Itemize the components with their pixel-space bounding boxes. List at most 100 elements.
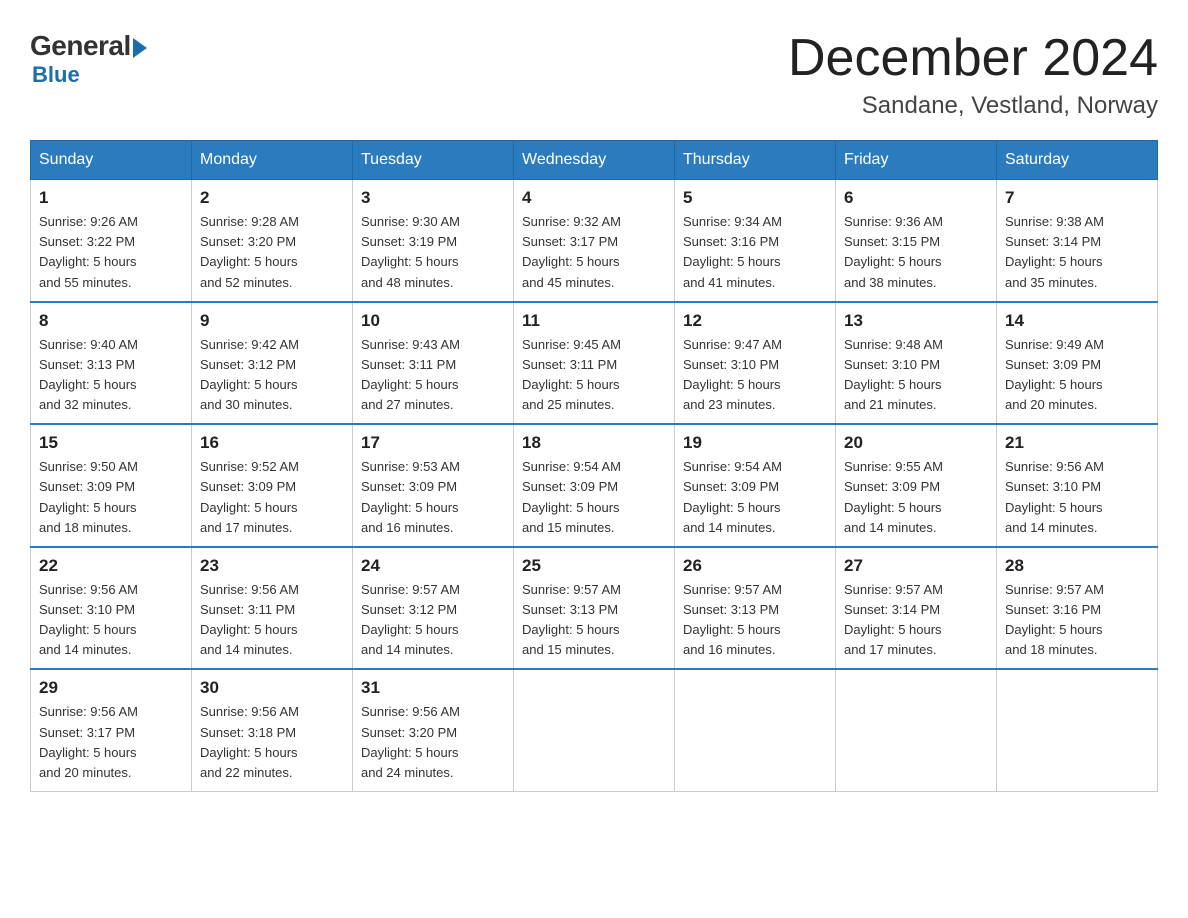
- day-info: Sunrise: 9:56 AMSunset: 3:10 PMDaylight:…: [39, 580, 183, 661]
- header-cell-tuesday: Tuesday: [353, 141, 514, 180]
- calendar-cell: 16 Sunrise: 9:52 AMSunset: 3:09 PMDayligh…: [192, 424, 353, 547]
- day-number: 25: [522, 556, 666, 576]
- week-row-4: 22Sunrise: 9:56 AMSunset: 3:10 PMDayligh…: [31, 547, 1158, 670]
- day-info: Sunrise: 9:55 AMSunset: 3:09 PMDaylight:…: [844, 457, 988, 538]
- day-info: Sunrise: 9:57 AMSunset: 3:13 PMDaylight:…: [522, 580, 666, 661]
- day-number: 14: [1005, 311, 1149, 331]
- day-number: 27: [844, 556, 988, 576]
- day-info: Sunrise: 9:57 AMSunset: 3:13 PMDaylight:…: [683, 580, 827, 661]
- header-cell-friday: Friday: [836, 141, 997, 180]
- calendar-cell: 19Sunrise: 9:54 AMSunset: 3:09 PMDayligh…: [675, 424, 836, 547]
- calendar-cell: 8Sunrise: 9:40 AMSunset: 3:13 PMDaylight…: [31, 302, 192, 425]
- header-cell-sunday: Sunday: [31, 141, 192, 180]
- calendar-cell: 6 Sunrise: 9:36 AMSunset: 3:15 PMDaylight…: [836, 180, 997, 302]
- calendar-cell: 31 Sunrise: 9:56 AMSunset: 3:20 PMDayligh…: [353, 669, 514, 791]
- day-info: Sunrise: 9:53 AMSunset: 3:09 PMDaylight:…: [361, 457, 505, 538]
- calendar-cell: 9Sunrise: 9:42 AMSunset: 3:12 PMDaylight…: [192, 302, 353, 425]
- day-number: 30: [200, 678, 344, 698]
- calendar-cell: 11 Sunrise: 9:45 AMSunset: 3:11 PMDayligh…: [514, 302, 675, 425]
- month-title: December 2024: [788, 30, 1158, 87]
- day-info: Sunrise: 9:43 AMSunset: 3:11 PMDaylight:…: [361, 335, 505, 416]
- calendar-cell: 12Sunrise: 9:47 AMSunset: 3:10 PMDayligh…: [675, 302, 836, 425]
- day-number: 15: [39, 433, 183, 453]
- day-number: 20: [844, 433, 988, 453]
- day-number: 6: [844, 188, 988, 208]
- day-info: Sunrise: 9:30 AMSunset: 3:19 PMDaylight:…: [361, 212, 505, 293]
- day-info: Sunrise: 9:47 AMSunset: 3:10 PMDaylight:…: [683, 335, 827, 416]
- calendar-body: 1Sunrise: 9:26 AMSunset: 3:22 PMDaylight…: [31, 180, 1158, 792]
- week-row-3: 15 Sunrise: 9:50 AMSunset: 3:09 PMDayligh…: [31, 424, 1158, 547]
- day-number: 7: [1005, 188, 1149, 208]
- logo-general-text: General: [30, 30, 131, 62]
- day-info: Sunrise: 9:36 AMSunset: 3:15 PMDaylight:…: [844, 212, 988, 293]
- calendar-cell: 4 Sunrise: 9:32 AMSunset: 3:17 PMDaylight…: [514, 180, 675, 302]
- day-number: 17: [361, 433, 505, 453]
- logo-blue-row: Blue: [30, 62, 80, 88]
- calendar-cell: 21Sunrise: 9:56 AMSunset: 3:10 PMDayligh…: [997, 424, 1158, 547]
- day-info: Sunrise: 9:56 AMSunset: 3:11 PMDaylight:…: [200, 580, 344, 661]
- day-number: 8: [39, 311, 183, 331]
- day-number: 9: [200, 311, 344, 331]
- header-cell-wednesday: Wednesday: [514, 141, 675, 180]
- day-number: 21: [1005, 433, 1149, 453]
- calendar-cell: 1Sunrise: 9:26 AMSunset: 3:22 PMDaylight…: [31, 180, 192, 302]
- day-number: 31: [361, 678, 505, 698]
- day-info: Sunrise: 9:56 AMSunset: 3:17 PMDaylight:…: [39, 702, 183, 783]
- calendar-cell: 28Sunrise: 9:57 AMSunset: 3:16 PMDayligh…: [997, 547, 1158, 670]
- day-number: 10: [361, 311, 505, 331]
- calendar-cell: 24Sunrise: 9:57 AMSunset: 3:12 PMDayligh…: [353, 547, 514, 670]
- calendar-cell: 29Sunrise: 9:56 AMSunset: 3:17 PMDayligh…: [31, 669, 192, 791]
- day-number: 11: [522, 311, 666, 331]
- calendar-cell: 3 Sunrise: 9:30 AMSunset: 3:19 PMDaylight…: [353, 180, 514, 302]
- calendar-cell: 22Sunrise: 9:56 AMSunset: 3:10 PMDayligh…: [31, 547, 192, 670]
- location-subtitle: Sandane, Vestland, Norway: [788, 92, 1158, 120]
- day-info: Sunrise: 9:32 AMSunset: 3:17 PMDaylight:…: [522, 212, 666, 293]
- day-info: Sunrise: 9:56 AMSunset: 3:20 PMDaylight:…: [361, 702, 505, 783]
- calendar-cell: 5Sunrise: 9:34 AMSunset: 3:16 PMDaylight…: [675, 180, 836, 302]
- calendar-cell: [836, 669, 997, 791]
- day-info: Sunrise: 9:28 AMSunset: 3:20 PMDaylight:…: [200, 212, 344, 293]
- day-number: 19: [683, 433, 827, 453]
- calendar-header: SundayMondayTuesdayWednesdayThursdayFrid…: [31, 141, 1158, 180]
- day-number: 4: [522, 188, 666, 208]
- calendar-cell: 23Sunrise: 9:56 AMSunset: 3:11 PMDayligh…: [192, 547, 353, 670]
- calendar-cell: 20 Sunrise: 9:55 AMSunset: 3:09 PMDayligh…: [836, 424, 997, 547]
- day-info: Sunrise: 9:57 AMSunset: 3:14 PMDaylight:…: [844, 580, 988, 661]
- day-number: 26: [683, 556, 827, 576]
- day-number: 3: [361, 188, 505, 208]
- page-header: General Blue December 2024 Sandane, Vest…: [30, 30, 1158, 120]
- calendar-cell: 14Sunrise: 9:49 AMSunset: 3:09 PMDayligh…: [997, 302, 1158, 425]
- header-cell-monday: Monday: [192, 141, 353, 180]
- header-row: SundayMondayTuesdayWednesdayThursdayFrid…: [31, 141, 1158, 180]
- calendar-cell: 26 Sunrise: 9:57 AMSunset: 3:13 PMDayligh…: [675, 547, 836, 670]
- calendar-cell: 27 Sunrise: 9:57 AMSunset: 3:14 PMDayligh…: [836, 547, 997, 670]
- calendar-table: SundayMondayTuesdayWednesdayThursdayFrid…: [30, 140, 1158, 792]
- day-info: Sunrise: 9:34 AMSunset: 3:16 PMDaylight:…: [683, 212, 827, 293]
- day-info: Sunrise: 9:52 AMSunset: 3:09 PMDaylight:…: [200, 457, 344, 538]
- calendar-cell: 7Sunrise: 9:38 AMSunset: 3:14 PMDaylight…: [997, 180, 1158, 302]
- calendar-cell: [997, 669, 1158, 791]
- day-info: Sunrise: 9:50 AMSunset: 3:09 PMDaylight:…: [39, 457, 183, 538]
- calendar-cell: 17 Sunrise: 9:53 AMSunset: 3:09 PMDayligh…: [353, 424, 514, 547]
- logo: General Blue: [30, 30, 147, 88]
- calendar-cell: [675, 669, 836, 791]
- week-row-2: 8Sunrise: 9:40 AMSunset: 3:13 PMDaylight…: [31, 302, 1158, 425]
- calendar-cell: 13Sunrise: 9:48 AMSunset: 3:10 PMDayligh…: [836, 302, 997, 425]
- day-info: Sunrise: 9:57 AMSunset: 3:12 PMDaylight:…: [361, 580, 505, 661]
- calendar-cell: 10 Sunrise: 9:43 AMSunset: 3:11 PMDayligh…: [353, 302, 514, 425]
- day-number: 1: [39, 188, 183, 208]
- header-cell-saturday: Saturday: [997, 141, 1158, 180]
- day-info: Sunrise: 9:56 AMSunset: 3:18 PMDaylight:…: [200, 702, 344, 783]
- day-number: 2: [200, 188, 344, 208]
- calendar-cell: 30 Sunrise: 9:56 AMSunset: 3:18 PMDayligh…: [192, 669, 353, 791]
- title-section: December 2024 Sandane, Vestland, Norway: [788, 30, 1158, 120]
- day-info: Sunrise: 9:45 AMSunset: 3:11 PMDaylight:…: [522, 335, 666, 416]
- day-number: 16: [200, 433, 344, 453]
- day-info: Sunrise: 9:57 AMSunset: 3:16 PMDaylight:…: [1005, 580, 1149, 661]
- logo-full: General: [30, 30, 147, 62]
- calendar-cell: 25 Sunrise: 9:57 AMSunset: 3:13 PMDayligh…: [514, 547, 675, 670]
- day-info: Sunrise: 9:48 AMSunset: 3:10 PMDaylight:…: [844, 335, 988, 416]
- week-row-5: 29Sunrise: 9:56 AMSunset: 3:17 PMDayligh…: [31, 669, 1158, 791]
- calendar-cell: 15 Sunrise: 9:50 AMSunset: 3:09 PMDayligh…: [31, 424, 192, 547]
- week-row-1: 1Sunrise: 9:26 AMSunset: 3:22 PMDaylight…: [31, 180, 1158, 302]
